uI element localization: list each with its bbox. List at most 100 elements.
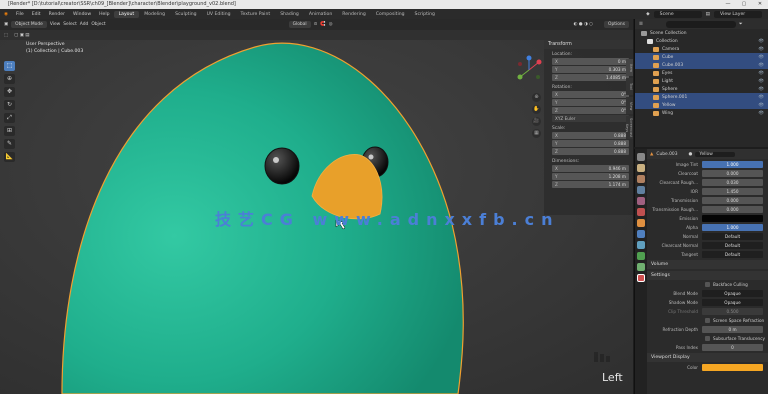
- constraints-tab-icon[interactable]: [637, 263, 645, 271]
- sidebar-tab-tool[interactable]: Tool: [626, 78, 633, 96]
- workspace-tab-uv-editing[interactable]: UV Editing: [202, 11, 236, 18]
- workspace-tab-texture-paint[interactable]: Texture Paint: [236, 11, 276, 18]
- render-tab-icon[interactable]: [637, 164, 645, 172]
- object-name[interactable]: Cube.003: [656, 152, 677, 157]
- property-value-field[interactable]: 0.000: [702, 205, 763, 213]
- editor-type-icon[interactable]: ▣: [4, 22, 8, 27]
- property-value-field[interactable]: Default: [702, 241, 763, 249]
- outliner-row[interactable]: Light 👁: [635, 77, 768, 85]
- workspace-tab-compositing[interactable]: Compositing: [371, 11, 410, 18]
- shadow-mode-select[interactable]: Opaque: [702, 298, 763, 306]
- settings-section-header[interactable]: Settings: [647, 271, 768, 280]
- blender-logo-icon[interactable]: ◉: [0, 12, 12, 17]
- outliner-row[interactable]: Eyes 👁: [635, 69, 768, 77]
- outliner-editor-icon[interactable]: ☰: [639, 22, 643, 27]
- property-value-field[interactable]: 0.000: [702, 169, 763, 177]
- rotation-x-field[interactable]: X 0°: [552, 91, 629, 98]
- scene-selector[interactable]: Scene: [653, 10, 702, 18]
- zoom-icon[interactable]: ⊕: [532, 93, 541, 102]
- property-value-field[interactable]: 1.000: [702, 223, 763, 231]
- property-value-field[interactable]: Default: [702, 250, 763, 258]
- backface-culling-checkbox[interactable]: Backface Culling: [647, 280, 768, 288]
- output-tab-icon[interactable]: [637, 175, 645, 183]
- tool-tab-icon[interactable]: [637, 153, 645, 161]
- mode-selector[interactable]: Object Mode: [11, 21, 47, 28]
- select-icon[interactable]: ⬚: [4, 61, 15, 71]
- menu-select[interactable]: Select: [63, 22, 77, 27]
- clip-threshold-field[interactable]: 0.500: [702, 307, 763, 315]
- screen-space-refraction-checkbox[interactable]: Screen Space Refraction: [647, 316, 768, 324]
- outliner-row[interactable]: Collection 👁: [635, 37, 768, 45]
- property-value-field[interactable]: Default: [702, 232, 763, 240]
- viewport-display-section-header[interactable]: Viewport Display: [647, 353, 768, 362]
- blend-mode-select[interactable]: Opaque: [702, 289, 763, 297]
- rotate-icon[interactable]: ↻: [4, 100, 15, 110]
- pan-hand-icon[interactable]: ✋: [532, 105, 541, 114]
- menu-view[interactable]: View: [50, 22, 60, 27]
- outliner-row[interactable]: Sphere.001 👁: [635, 93, 768, 101]
- grid-icon[interactable]: ▦: [532, 129, 541, 138]
- measure-icon[interactable]: 📐: [4, 152, 15, 162]
- gizmo-neg-y-axis[interactable]: [536, 75, 540, 79]
- modifier-tab-icon[interactable]: [637, 230, 645, 238]
- scale-icon[interactable]: ⤢: [4, 113, 15, 123]
- view-layer-tab-icon[interactable]: [637, 186, 645, 194]
- material-tab-icon[interactable]: [637, 274, 645, 282]
- visibility-icon[interactable]: 👁: [758, 47, 768, 52]
- proportional-edit-icon[interactable]: ◎: [329, 22, 333, 27]
- annotate-icon[interactable]: ✎: [4, 139, 15, 149]
- scene-tab-icon[interactable]: [637, 197, 645, 205]
- location-y-field[interactable]: Y 0.303 m: [552, 66, 629, 73]
- bird-eye-left[interactable]: [264, 147, 300, 185]
- snap-icon[interactable]: 🧲: [320, 22, 325, 27]
- filter-icon[interactable]: ⏷: [739, 21, 743, 27]
- gizmo-x-axis[interactable]: [536, 59, 542, 65]
- visibility-icon[interactable]: 👁: [758, 95, 768, 100]
- sidebar-tab-view[interactable]: View: [626, 97, 633, 115]
- workspace-tab-animation[interactable]: Animation: [304, 11, 337, 18]
- menu-help[interactable]: Help: [95, 12, 113, 17]
- workspace-tab-scripting[interactable]: Scripting: [410, 11, 440, 18]
- maximize-button[interactable]: ▢: [736, 0, 752, 9]
- sidebar-tab-item[interactable]: Item: [626, 59, 633, 77]
- property-value-field[interactable]: 1.000: [702, 160, 763, 168]
- gizmo-y-axis[interactable]: [517, 74, 523, 80]
- workspace-tab-sculpting[interactable]: Sculpting: [170, 11, 201, 18]
- outliner-search-input[interactable]: [665, 20, 736, 28]
- world-tab-icon[interactable]: [637, 208, 645, 216]
- scale-y-field[interactable]: Y 0.888: [552, 140, 629, 147]
- select-box-icon[interactable]: ⬚: [4, 33, 8, 38]
- 3d-viewport[interactable]: ▣ Object Mode View Select Add Object Glo…: [0, 19, 633, 394]
- scale-z-field[interactable]: Z 0.888: [552, 148, 629, 155]
- visibility-icon[interactable]: 👁: [758, 79, 768, 84]
- outliner-row[interactable]: Wing 👁: [635, 109, 768, 117]
- viewport-color-swatch[interactable]: [702, 363, 763, 371]
- transform-panel-header[interactable]: Transform: [544, 40, 633, 49]
- navigation-gizmo[interactable]: [512, 53, 546, 87]
- menu-file[interactable]: File: [12, 12, 28, 17]
- visibility-icon[interactable]: 👁: [758, 111, 768, 116]
- outliner-scene-collection[interactable]: Scene Collection: [635, 29, 768, 37]
- options-button[interactable]: Options: [604, 21, 629, 28]
- physics-tab-icon[interactable]: [637, 252, 645, 260]
- volume-section-header[interactable]: Volume: [647, 260, 768, 269]
- transform-icon[interactable]: ⊞: [4, 126, 15, 136]
- workspace-tab-layout[interactable]: Layout: [113, 10, 140, 18]
- close-button[interactable]: ✕: [752, 0, 768, 9]
- subsurface-translucency-checkbox[interactable]: Subsurface Translucency: [647, 334, 768, 342]
- workspace-tab-rendering[interactable]: Rendering: [337, 11, 370, 18]
- property-value-field[interactable]: [702, 214, 763, 222]
- cursor-icon[interactable]: ⊕: [4, 74, 15, 84]
- visibility-icon[interactable]: 👁: [758, 63, 768, 68]
- refraction-depth-field[interactable]: 0 m: [702, 325, 763, 333]
- workspace-tab-shading[interactable]: Shading: [275, 11, 304, 18]
- menu-edit[interactable]: Edit: [28, 12, 45, 17]
- visibility-icon[interactable]: 👁: [758, 87, 768, 92]
- property-value-field[interactable]: 1.450: [702, 187, 763, 195]
- menu-add[interactable]: Add: [80, 22, 89, 27]
- visibility-icon[interactable]: 👁: [758, 55, 768, 60]
- minimize-button[interactable]: —: [720, 0, 736, 9]
- visibility-icon[interactable]: 👁: [758, 39, 768, 44]
- menu-object[interactable]: Object: [91, 22, 105, 27]
- dimensions-y-field[interactable]: Y 1.208 m: [552, 173, 629, 180]
